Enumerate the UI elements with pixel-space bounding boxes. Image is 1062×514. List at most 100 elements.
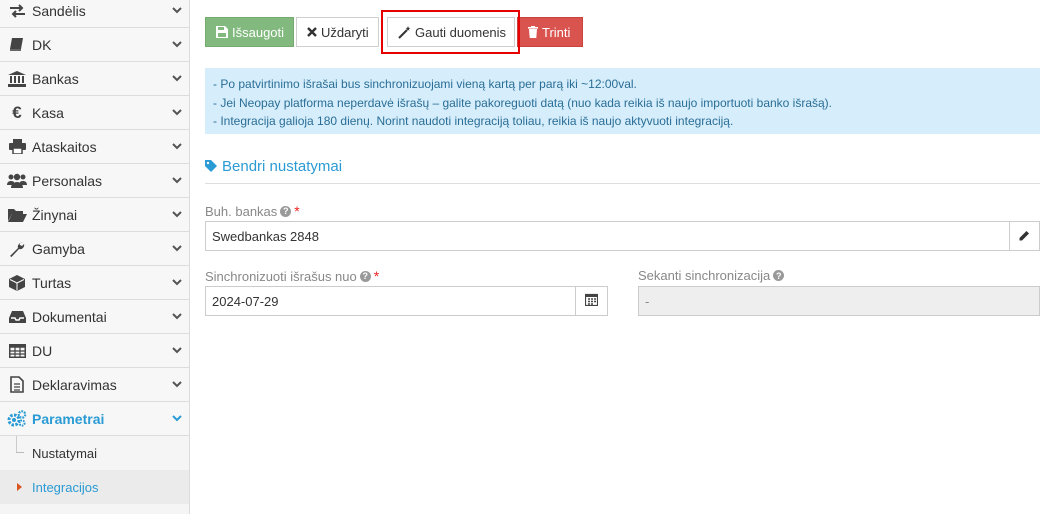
info-alert: - Po patvirtinimo išrašai bus sinchroniz…	[205, 68, 1040, 134]
fetch-data-button[interactable]: Gauti duomenis	[387, 17, 515, 47]
sidebar-item-label: Žinynai	[32, 206, 78, 223]
magic-wand-icon	[398, 25, 411, 39]
chevron-down-icon	[172, 177, 182, 184]
sidebar-item-gamyba[interactable]: Gamyba	[0, 232, 189, 266]
sidebar: Sandėlis DK Bankas € Kasa Ataskaitos Per…	[0, 0, 190, 514]
sidebar-subitem-nustatymai[interactable]: Nustatymai	[0, 436, 189, 470]
sidebar-item-label: Gamyba	[32, 240, 85, 257]
sidebar-item-label: Kasa	[32, 104, 64, 121]
sidebar-subitem-integracijos[interactable]: Integracijos	[0, 470, 189, 504]
sidebar-item-dk[interactable]: DK	[0, 28, 189, 62]
next-sync-label-text: Sekanti sinchronizacija	[638, 268, 771, 283]
info-line: - Po patvirtinimo išrašai bus sinchroniz…	[213, 77, 637, 91]
sidebar-item-label: Personalas	[32, 172, 103, 189]
sidebar-item-label: DK	[32, 36, 52, 53]
edit-bank-button[interactable]	[1009, 221, 1040, 251]
sidebar-item-dokumentai[interactable]: Dokumentai	[0, 300, 189, 334]
save-button-label: Išsaugoti	[232, 24, 285, 40]
section-title: Bendri nustatymai	[205, 158, 1040, 184]
sidebar-item-bankas[interactable]: Bankas	[0, 62, 189, 96]
sidebar-item-label: DU	[32, 342, 53, 359]
section-title-label: Bendri nustatymai	[222, 158, 343, 175]
sidebar-item-label: Bankas	[32, 70, 79, 87]
sidebar-item-label: Ataskaitos	[32, 138, 97, 155]
sidebar-item-personalas[interactable]: Personalas	[0, 164, 189, 198]
sidebar-item-sandelis[interactable]: Sandėlis	[0, 0, 189, 28]
bank-field[interactable]: Swedbankas 2848	[205, 221, 1010, 251]
chevron-down-icon	[172, 245, 182, 252]
save-button[interactable]: Išsaugoti	[205, 17, 294, 47]
exchange-icon	[6, 2, 28, 20]
fetch-data-button-label: Gauti duomenis	[415, 24, 507, 40]
bank-label-text: Buh. bankas	[205, 203, 278, 219]
close-button[interactable]: Uždaryti	[296, 17, 379, 47]
book-icon	[6, 36, 28, 54]
sync-from-label: Sinchronizuoti išrašus nuo ? *	[205, 268, 379, 284]
chevron-down-icon	[172, 41, 182, 48]
delete-button-label: Trinti	[542, 24, 571, 40]
save-icon	[216, 26, 228, 38]
delete-button[interactable]: Trinti	[517, 17, 583, 47]
toolbar: Išsaugoti Uždaryti Gauti duomenis Trinti	[205, 17, 585, 47]
wrench-icon	[6, 240, 28, 258]
chevron-down-icon	[172, 381, 182, 388]
sidebar-item-ataskaitos[interactable]: Ataskaitos	[0, 130, 189, 164]
help-icon[interactable]: ?	[280, 205, 292, 217]
calendar-icon	[584, 293, 599, 309]
info-line: - Jei Neopay platforma neperdavė išrašų …	[213, 95, 833, 110]
sidebar-item-label: Deklaravimas	[32, 376, 117, 393]
sync-from-date-input[interactable]: 2024-07-29	[205, 286, 576, 316]
required-mark: *	[373, 268, 380, 284]
sidebar-subitem-label: Nustatymai	[32, 445, 98, 461]
chevron-down-icon	[172, 75, 182, 82]
trash-icon	[528, 26, 538, 38]
calendar-button[interactable]	[575, 286, 608, 316]
cube-icon	[6, 274, 28, 292]
sidebar-item-turtas[interactable]: Turtas	[0, 266, 189, 300]
tree-line	[16, 452, 24, 453]
sidebar-subitem-label: Integracijos	[32, 479, 99, 495]
folder-open-icon	[6, 206, 28, 224]
chevron-down-icon	[172, 313, 182, 320]
chevron-down-icon	[172, 211, 182, 218]
close-button-label: Uždaryti	[321, 24, 369, 40]
required-mark: *	[294, 203, 300, 219]
sidebar-item-label: Sandėlis	[32, 2, 86, 19]
users-icon	[6, 172, 28, 190]
sidebar-item-deklaravimas[interactable]: Deklaravimas	[0, 368, 189, 402]
help-icon[interactable]: ?	[359, 270, 371, 282]
bank-label: Buh. bankas ? *	[205, 203, 300, 219]
bank-icon	[6, 70, 28, 88]
sidebar-item-zinynai[interactable]: Žinynai	[0, 198, 189, 232]
next-sync-value: -	[645, 293, 650, 309]
chevron-down-icon	[172, 347, 182, 354]
chevron-down-icon	[172, 143, 182, 150]
sidebar-item-kasa[interactable]: € Kasa	[0, 96, 189, 130]
print-icon	[6, 138, 28, 156]
inbox-icon	[6, 308, 28, 326]
chevron-down-icon	[172, 279, 182, 286]
sidebar-item-label: Dokumentai	[32, 308, 107, 325]
sync-from-label-text: Sinchronizuoti išrašus nuo	[205, 268, 357, 284]
sidebar-item-label: Turtas	[32, 274, 72, 291]
file-text-icon	[6, 376, 28, 394]
sidebar-item-label: Parametrai	[32, 410, 105, 427]
sync-from-date-value: 2024-07-29	[212, 293, 279, 309]
pencil-icon	[1019, 229, 1030, 244]
tag-icon	[205, 160, 217, 172]
chevron-down-icon	[172, 7, 182, 14]
caret-right-icon	[17, 483, 22, 491]
bank-field-value: Swedbankas 2848	[212, 228, 319, 244]
sidebar-item-du[interactable]: DU	[0, 334, 189, 368]
tree-line	[16, 436, 17, 453]
chevron-down-icon	[172, 415, 182, 422]
euro-icon: €	[12, 102, 22, 122]
help-icon[interactable]: ?	[773, 270, 785, 281]
table-icon	[6, 342, 28, 360]
info-line: - Integracija galioja 180 dienų. Norint …	[213, 114, 734, 128]
close-icon	[307, 27, 317, 37]
cogs-icon	[6, 410, 28, 428]
next-sync-label: Sekanti sinchronizacija ?	[638, 268, 785, 283]
chevron-down-icon	[172, 109, 182, 116]
sidebar-item-parametrai[interactable]: Parametrai	[0, 402, 189, 436]
